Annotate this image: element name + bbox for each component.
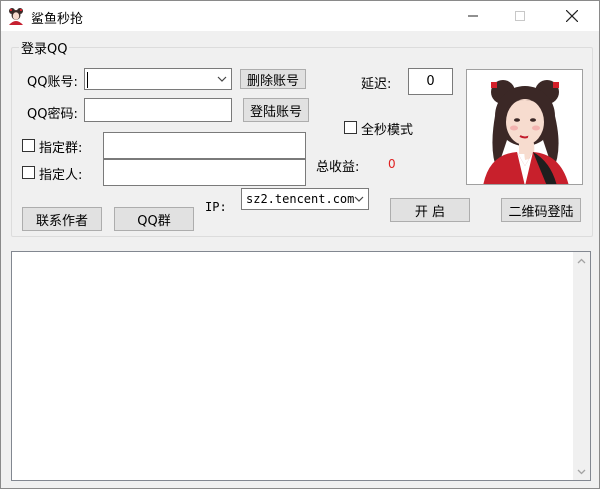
maximize-button[interactable] [497,1,543,31]
total-income-value: 0 [388,157,396,171]
ip-select[interactable]: sz2.tencent.com [241,188,369,210]
delay-input[interactable]: 0 [408,68,453,95]
window-title: 鲨鱼秒抢 [31,12,84,27]
contact-author-button[interactable]: 联系作者 [22,207,102,231]
text-caret [87,72,88,88]
delay-label: 延迟: [361,77,392,92]
qq-group-button[interactable]: QQ群 [114,207,194,231]
specify-group-checkbox[interactable] [22,139,35,152]
account-dropdown-arrow[interactable] [217,69,227,89]
app-window: 鲨鱼秒抢 登录QQ QQ账号: 删除账号 QQ密码: 登陆账号 延迟: 0 全秒… [0,0,600,489]
full-second-mode-label: 全秒模式 [361,123,414,138]
qq-password-input[interactable] [84,98,232,122]
full-second-mode-checkbox[interactable] [344,121,357,134]
qq-account-label: QQ账号: [27,75,78,90]
qq-password-label: QQ密码: [27,107,78,122]
specify-group-input[interactable] [103,132,306,159]
specify-person-checkbox[interactable] [22,166,35,179]
chevron-down-icon [577,469,586,474]
log-textarea[interactable] [11,251,591,481]
qrcode-login-button[interactable]: 二维码登陆 [501,198,581,222]
chevron-down-icon [217,76,227,82]
minimize-icon [468,15,478,17]
start-button[interactable]: 开 启 [390,198,470,222]
chevron-down-icon [354,196,364,202]
qq-account-combobox[interactable] [84,68,232,90]
ip-dropdown-arrow[interactable] [354,189,364,209]
maximize-icon [515,11,525,21]
scroll-up-button[interactable] [573,252,590,269]
ip-label: IP: [205,200,227,214]
vertical-scrollbar[interactable] [573,252,590,480]
girl-avatar-icon [7,7,25,25]
specify-person-label: 指定人: [39,168,83,183]
chevron-up-icon [577,258,586,263]
close-icon [566,10,578,22]
total-income-label: 总收益: [316,160,360,175]
delay-value: 0 [426,74,435,89]
ip-value: sz2.tencent.com [246,192,355,206]
minimize-button[interactable] [450,1,496,31]
scroll-down-button[interactable] [573,463,590,480]
specify-group-label: 指定群: [39,141,83,156]
title-bar[interactable]: 鲨鱼秒抢 [1,1,599,31]
girl-portrait-icon [467,70,582,184]
login-account-button[interactable]: 登陆账号 [243,98,309,122]
specify-person-input[interactable] [103,159,306,186]
groupbox-legend: 登录QQ [19,38,70,57]
portrait-image [466,69,583,185]
delete-account-button[interactable]: 删除账号 [240,69,306,89]
close-button[interactable] [549,1,595,31]
